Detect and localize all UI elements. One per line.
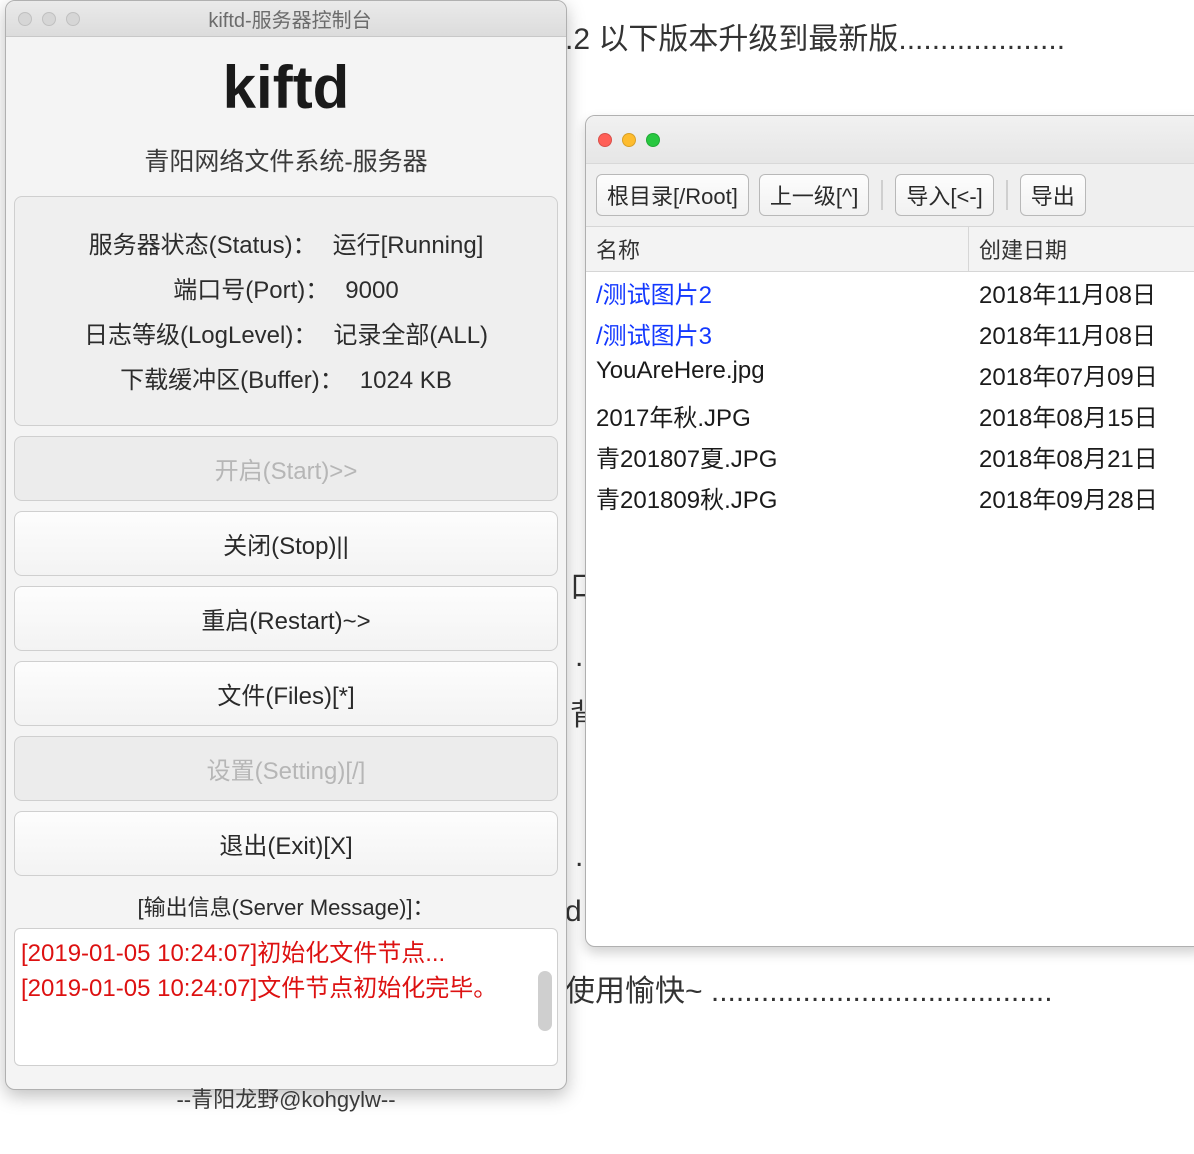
exit-button[interactable]: 退出(Exit)[X] — [14, 811, 558, 876]
buffer-row: 下载缓冲区(Buffer)： 1024 KB — [23, 360, 549, 395]
column-header-date[interactable]: 创建日期 — [969, 227, 1194, 271]
file-name-cell[interactable]: /测试图片2 — [586, 272, 969, 313]
footer-credit: --青阳龙野@kohgylw-- — [14, 1082, 558, 1114]
status-row: 服务器状态(Status)： 运行[Running] — [23, 225, 549, 260]
file-grid-header: 名称 创建日期 — [586, 227, 1194, 272]
file-date-cell: 2018年09月28日 — [969, 477, 1194, 518]
table-row[interactable]: 青201807夏.JPG2018年08月21日 — [586, 436, 1194, 477]
scrollbar[interactable] — [535, 933, 555, 1061]
table-row[interactable]: /测试图片22018年11月08日 — [586, 272, 1194, 313]
buffer-label: 下载缓冲区(Buffer)： — [120, 367, 344, 394]
file-name-cell[interactable]: 青201807夏.JPG — [586, 436, 969, 477]
status-panel: 服务器状态(Status)： 运行[Running] 端口号(Port)： 9000… — [14, 196, 558, 426]
file-date-cell: 2018年07月09日 — [969, 354, 1194, 395]
bg-text-happy: 使用愉快~ ..................................… — [565, 966, 1053, 1010]
up-level-button[interactable]: 上一级[^] — [759, 174, 870, 216]
port-value: 9000 — [345, 277, 398, 304]
table-row[interactable]: 2017年秋.JPG2018年08月15日 — [586, 395, 1194, 436]
app-subtitle: 青阳网络文件系统-服务器 — [14, 142, 558, 178]
file-grid: 名称 创建日期 /测试图片22018年11月08日/测试图片32018年11月0… — [586, 227, 1194, 518]
file-window-titlebar[interactable] — [586, 116, 1194, 164]
minimize-icon[interactable] — [42, 12, 56, 26]
loglevel-value: 记录全部(ALL) — [333, 322, 488, 349]
file-toolbar: 根目录[/Root] 上一级[^] 导入[<-] 导出 — [586, 164, 1194, 227]
status-label: 服务器状态(Status)： — [89, 232, 317, 259]
stop-button[interactable]: 关闭(Stop)|| — [14, 511, 558, 576]
bg-text-upgrade: .2 以下版本升级到最新版.................... — [565, 14, 1065, 58]
file-browser-window: 根目录[/Root] 上一级[^] 导入[<-] 导出 名称 创建日期 /测试图… — [585, 115, 1194, 947]
window-titlebar[interactable]: kiftd-服务器控制台 — [6, 1, 566, 37]
window-traffic-lights — [598, 133, 660, 147]
server-message-label: [输出信息(Server Message)]： — [14, 890, 558, 922]
root-button[interactable]: 根目录[/Root] — [596, 174, 749, 216]
column-header-name[interactable]: 名称 — [586, 227, 969, 271]
close-icon[interactable] — [18, 12, 32, 26]
start-button: 开启(Start)>> — [14, 436, 558, 501]
file-date-cell: 2018年11月08日 — [969, 272, 1194, 313]
file-name-cell[interactable]: /测试图片3 — [586, 313, 969, 354]
server-message-output[interactable]: [2019-01-05 10:24:07]初始化文件节点... [2019-01… — [14, 928, 558, 1066]
scrollbar-thumb[interactable] — [538, 971, 552, 1031]
import-button[interactable]: 导入[<-] — [895, 174, 993, 216]
window-traffic-lights — [18, 12, 80, 26]
file-name-cell[interactable]: 青201809秋.JPG — [586, 477, 969, 518]
export-button[interactable]: 导出 — [1020, 174, 1086, 216]
setting-button: 设置(Setting)[/] — [14, 736, 558, 801]
file-name-cell[interactable]: YouAreHere.jpg — [586, 354, 969, 395]
file-date-cell: 2018年08月21日 — [969, 436, 1194, 477]
window-title: kiftd-服务器控制台 — [80, 4, 500, 33]
close-icon[interactable] — [598, 133, 612, 147]
toolbar-separator — [881, 180, 883, 210]
file-date-cell: 2018年08月15日 — [969, 395, 1194, 436]
maximize-icon[interactable] — [66, 12, 80, 26]
table-row[interactable]: /测试图片32018年11月08日 — [586, 313, 1194, 354]
file-name-cell[interactable]: 2017年秋.JPG — [586, 395, 969, 436]
bg-fragment-5: d — [565, 895, 582, 929]
app-logo: kiftd — [14, 53, 558, 122]
status-value: 运行[Running] — [333, 232, 484, 259]
file-date-cell: 2018年11月08日 — [969, 313, 1194, 354]
log-line: [2019-01-05 10:24:07]初始化文件节点... — [21, 933, 551, 968]
table-row[interactable]: 青201809秋.JPG2018年09月28日 — [586, 477, 1194, 518]
files-button[interactable]: 文件(Files)[*] — [14, 661, 558, 726]
server-console-window: kiftd-服务器控制台 kiftd 青阳网络文件系统-服务器 服务器状态(St… — [5, 0, 567, 1090]
port-row: 端口号(Port)： 9000 — [23, 270, 549, 305]
minimize-icon[interactable] — [622, 133, 636, 147]
toolbar-separator — [1006, 180, 1008, 210]
loglevel-row: 日志等级(LogLevel)： 记录全部(ALL) — [23, 315, 549, 350]
loglevel-label: 日志等级(LogLevel)： — [84, 322, 317, 349]
table-row[interactable]: YouAreHere.jpg2018年07月09日 — [586, 354, 1194, 395]
maximize-icon[interactable] — [646, 133, 660, 147]
port-label: 端口号(Port)： — [173, 277, 329, 304]
restart-button[interactable]: 重启(Restart)~> — [14, 586, 558, 651]
buffer-value: 1024 KB — [360, 367, 452, 394]
log-line: [2019-01-05 10:24:07]文件节点初始化完毕。 — [21, 968, 551, 1003]
